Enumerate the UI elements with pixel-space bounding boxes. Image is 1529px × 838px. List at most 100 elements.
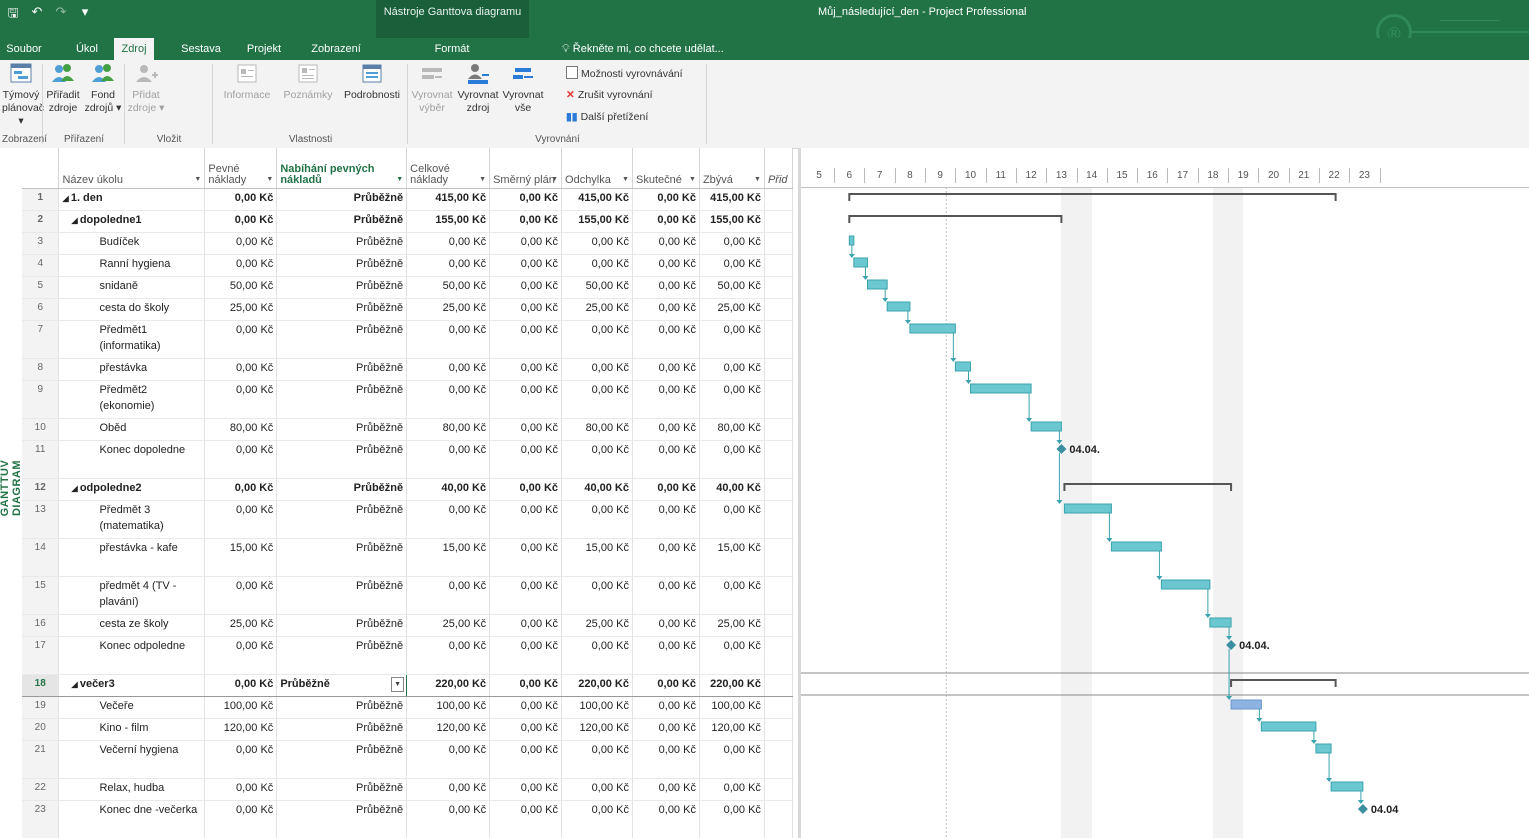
header-fixed-cost[interactable]: Pevné náklady ▼ [204, 148, 278, 189]
total-cost-cell[interactable]: 40,00 Kč [406, 478, 491, 501]
row-id[interactable]: 12 [22, 478, 60, 501]
total-cost-cell[interactable]: 50,00 Kč [406, 276, 491, 299]
task-name-cell[interactable]: Předmět 3 (matematika) [58, 500, 206, 539]
table-row[interactable]: 5 snidaně 50,00 Kč Průběžně 50,00 Kč 0,00 Kč 5… [22, 276, 793, 299]
collapse-triangle-icon[interactable]: ◢ [71, 216, 79, 225]
remaining-cell[interactable]: 155,00 Kč [699, 210, 765, 233]
variance-cell[interactable]: 25,00 Kč [561, 298, 633, 321]
summary-bar[interactable] [1230, 679, 1337, 687]
actual-cell[interactable]: 0,00 Kč [632, 538, 700, 577]
fixed-cost-cell[interactable]: 0,00 Kč [204, 778, 278, 801]
remaining-cell[interactable]: 80,00 Kč [699, 418, 765, 441]
task-name-cell[interactable]: Budíček [58, 232, 206, 255]
add-column-cell[interactable] [764, 298, 793, 321]
accrual-cell[interactable]: Průběžně [276, 478, 408, 501]
table-row[interactable]: 11 Konec dopoledne 0,00 Kč Průběžně 0,00 Kč 0… [22, 440, 793, 479]
filter-arrow-icon[interactable]: ▼ [396, 174, 403, 185]
variance-cell[interactable]: 220,00 Kč [561, 674, 633, 697]
assign-resources-button[interactable]: Přiřadit zdroje [44, 62, 82, 115]
variance-cell[interactable]: 15,00 Kč [561, 538, 633, 577]
task-bar[interactable] [886, 301, 911, 312]
fixed-cost-cell[interactable]: 80,00 Kč [204, 418, 278, 441]
total-cost-cell[interactable]: 25,00 Kč [406, 298, 491, 321]
task-name-cell[interactable]: Konec odpoledne [58, 636, 206, 675]
add-column-cell[interactable] [764, 718, 793, 741]
accrual-cell[interactable]: Průběžně [276, 696, 408, 719]
row-id[interactable]: 19 [22, 696, 60, 719]
baseline-cell[interactable]: 0,00 Kč [489, 380, 563, 419]
task-bar[interactable] [909, 323, 956, 334]
fixed-cost-cell[interactable]: 100,00 Kč [204, 696, 278, 719]
table-row[interactable]: 20 Kino - film 120,00 Kč Průběžně 120,00 Kč 0… [22, 718, 793, 741]
level-selection-button[interactable]: Vyrovnat výběr [410, 62, 454, 115]
total-cost-cell[interactable]: 0,00 Kč [406, 440, 491, 479]
filter-arrow-icon[interactable]: ▼ [266, 174, 273, 185]
variance-cell[interactable]: 50,00 Kč [561, 276, 633, 299]
variance-cell[interactable]: 0,00 Kč [561, 440, 633, 479]
actual-cell[interactable]: 0,00 Kč [632, 254, 700, 277]
row-id[interactable]: 14 [22, 538, 60, 577]
actual-cell[interactable]: 0,00 Kč [632, 358, 700, 381]
task-name-cell[interactable]: Večeře [58, 696, 206, 719]
collapse-triangle-icon[interactable]: ◢ [71, 680, 79, 689]
add-column-cell[interactable] [764, 440, 793, 479]
header-total-cost[interactable]: Celkové náklady ▼ [406, 148, 491, 189]
table-row[interactable]: 1 ◢ 1. den 0,00 Kč Průběžně 415,00 Kč 0,00 Kč… [22, 188, 793, 211]
variance-cell[interactable]: 80,00 Kč [561, 418, 633, 441]
task-name-cell[interactable]: Večerní hygiena [58, 740, 206, 779]
level-resource-button[interactable]: Vyrovnat zdroj [456, 62, 500, 115]
summary-bar[interactable] [1063, 483, 1233, 491]
fixed-cost-cell[interactable]: 0,00 Kč [204, 188, 278, 211]
variance-cell[interactable]: 0,00 Kč [561, 576, 633, 615]
remaining-cell[interactable]: 220,00 Kč [699, 674, 765, 697]
task-name-cell[interactable]: Ranní hygiena [58, 254, 206, 277]
table-row[interactable]: 21 Večerní hygiena 0,00 Kč Průběžně 0,00 Kč 0… [22, 740, 793, 779]
table-row[interactable]: 4 Ranní hygiena 0,00 Kč Průběžně 0,00 Kč 0,00… [22, 254, 793, 277]
accrual-cell[interactable]: Průběžně [276, 320, 408, 359]
add-column-cell[interactable] [764, 800, 793, 838]
variance-cell[interactable]: 415,00 Kč [561, 188, 633, 211]
task-name-cell[interactable]: Předmět1 (informatika) [58, 320, 206, 359]
table-row[interactable]: 14 přestávka - kafe 15,00 Kč Průběžně 15,00 … [22, 538, 793, 577]
filter-arrow-icon[interactable]: ▼ [622, 174, 629, 185]
customize-qat-icon[interactable]: ▾ [78, 4, 92, 26]
actual-cell[interactable]: 0,00 Kč [632, 210, 700, 233]
tab-soubor[interactable]: Soubor [4, 38, 44, 60]
task-name-cell[interactable]: Kino - film [58, 718, 206, 741]
table-row[interactable]: 9 Předmět2 (ekonomie) 0,00 Kč Průběžně 0,00 … [22, 380, 793, 419]
row-id[interactable]: 16 [22, 614, 60, 637]
actual-cell[interactable]: 0,00 Kč [632, 614, 700, 637]
total-cost-cell[interactable]: 0,00 Kč [406, 358, 491, 381]
total-cost-cell[interactable]: 0,00 Kč [406, 636, 491, 675]
filter-arrow-icon[interactable]: ▼ [194, 174, 201, 185]
accrual-cell[interactable]: Průběžně [276, 718, 408, 741]
remaining-cell[interactable]: 0,00 Kč [699, 440, 765, 479]
table-row[interactable]: 10 Oběd 80,00 Kč Průběžně 80,00 Kč 0,00 Kč 80,… [22, 418, 793, 441]
filter-arrow-icon[interactable]: ▼ [551, 174, 558, 185]
remaining-cell[interactable]: 50,00 Kč [699, 276, 765, 299]
fixed-cost-cell[interactable]: 0,00 Kč [204, 500, 278, 539]
add-column-cell[interactable] [764, 210, 793, 233]
tab-zobrazeni[interactable]: Zobrazení [308, 38, 364, 60]
remaining-cell[interactable]: 40,00 Kč [699, 478, 765, 501]
fixed-cost-cell[interactable]: 25,00 Kč [204, 614, 278, 637]
task-bar[interactable] [1110, 541, 1162, 552]
undo-icon[interactable]: ↶ [30, 4, 44, 26]
remaining-cell[interactable]: 415,00 Kč [699, 188, 765, 211]
table-row[interactable]: 16 cesta ze školy 25,00 Kč Průběžně 25,00 Kč… [22, 614, 793, 637]
accrual-cell[interactable]: Průběžně [276, 418, 408, 441]
task-bar[interactable] [970, 383, 1032, 394]
header-fixed-cost-accrual[interactable]: Nabíhání pevných nákladů ▼ [276, 148, 408, 189]
actual-cell[interactable]: 0,00 Kč [632, 800, 700, 838]
accrual-cell[interactable]: Průběžně [276, 636, 408, 675]
accrual-cell[interactable]: Průběžně [276, 500, 408, 539]
variance-cell[interactable]: 0,00 Kč [561, 254, 633, 277]
add-column-cell[interactable] [764, 538, 793, 577]
fixed-cost-cell[interactable]: 0,00 Kč [204, 358, 278, 381]
baseline-cell[interactable]: 0,00 Kč [489, 232, 563, 255]
total-cost-cell[interactable]: 155,00 Kč [406, 210, 491, 233]
actual-cell[interactable]: 0,00 Kč [632, 188, 700, 211]
task-bar[interactable] [954, 361, 972, 372]
add-column-cell[interactable] [764, 188, 793, 211]
actual-cell[interactable]: 0,00 Kč [632, 778, 700, 801]
